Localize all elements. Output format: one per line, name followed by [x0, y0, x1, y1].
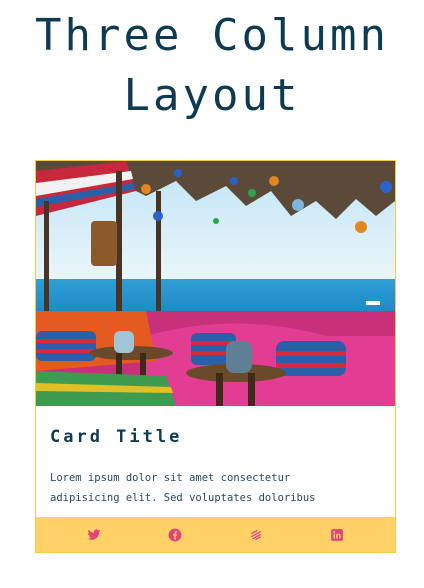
- facebook-icon[interactable]: [167, 527, 183, 543]
- twitter-icon[interactable]: [86, 527, 102, 543]
- card: Card Title Lorem ipsum dolor sit amet co…: [35, 160, 396, 553]
- page-title: Three Column Layout: [35, 10, 389, 121]
- card-body: Card Title Lorem ipsum dolor sit amet co…: [36, 426, 395, 508]
- card-image: [36, 161, 395, 406]
- card-text: Lorem ipsum dolor sit amet consectetur a…: [50, 472, 316, 504]
- card-footer: [36, 517, 395, 552]
- card-title: Card Title: [50, 427, 183, 447]
- linkedin-icon[interactable]: [329, 527, 345, 543]
- dribbble-icon[interactable]: [248, 527, 264, 543]
